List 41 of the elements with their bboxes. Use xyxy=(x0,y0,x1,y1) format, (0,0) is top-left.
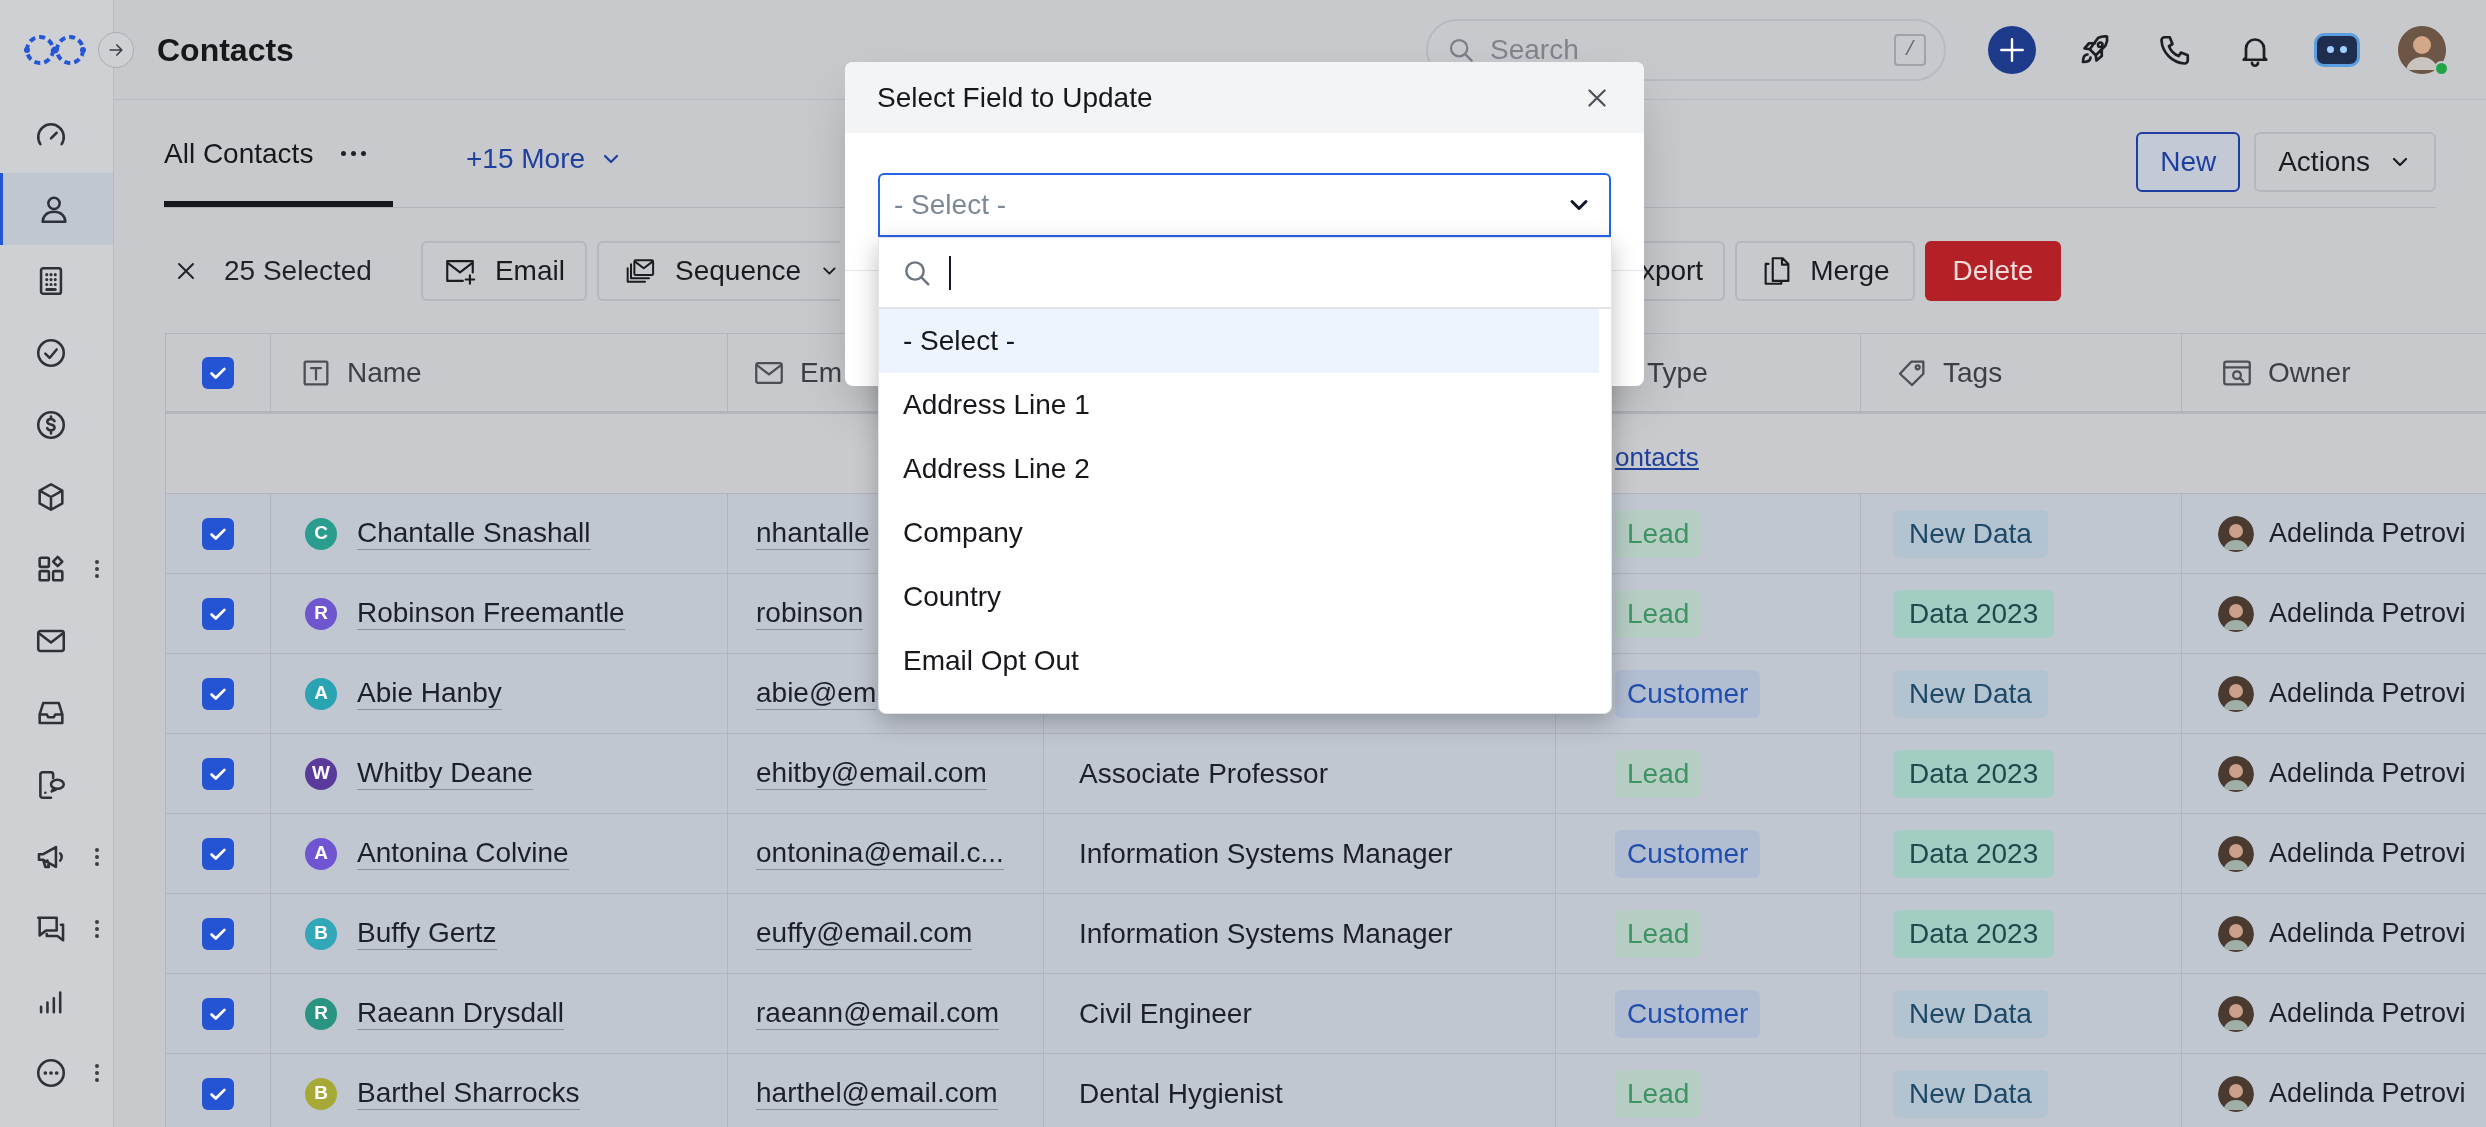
page-title: Contacts xyxy=(157,30,295,70)
tag: New Data xyxy=(1893,989,2048,1038)
owner-name: Adelinda Petrovi xyxy=(2269,1077,2466,1111)
type-tag: Customer xyxy=(1615,829,1761,878)
table-cell-text: Dental Hygienist xyxy=(1079,1076,1283,1111)
tag: New Data xyxy=(1893,1069,2048,1118)
type-tag: Lead xyxy=(1615,589,1702,638)
tag: New Data xyxy=(1893,669,2048,718)
type-tag: Customer xyxy=(1615,989,1761,1038)
table-cell-text: Associate Professor xyxy=(1079,756,1328,791)
tag: Data 2023 xyxy=(1893,589,2055,638)
owner-name: Adelinda Petrovi xyxy=(2269,997,2466,1031)
owner-name: Adelinda Petrovi xyxy=(2269,757,2466,791)
owner-name: Adelinda Petrovi xyxy=(2269,597,2466,631)
avatar-initial: A xyxy=(305,677,337,710)
avatar-initial: W xyxy=(305,757,337,790)
table-cell-text: Civil Engineer xyxy=(1079,996,1252,1031)
type-tag: Lead xyxy=(1615,749,1702,798)
type-tag: Lead xyxy=(1615,909,1702,958)
owner-name: Adelinda Petrovi xyxy=(2269,837,2466,871)
avatar-initial: R xyxy=(305,997,337,1030)
avatar-initial: R xyxy=(305,597,337,630)
tag: New Data xyxy=(1893,509,2048,558)
table-cell-text: Information Systems Manager xyxy=(1079,916,1453,951)
tag: Data 2023 xyxy=(1893,829,2055,878)
selected-count: 25 Selected xyxy=(224,253,372,288)
type-tag: Lead xyxy=(1615,1069,1702,1118)
avatar-initial: A xyxy=(305,837,337,870)
type-tag: Lead xyxy=(1615,509,1702,558)
type-tag: Customer xyxy=(1615,669,1761,718)
owner-name: Adelinda Petrovi xyxy=(2269,517,2466,551)
shortcut-key: / xyxy=(1894,33,1926,66)
dialog-title: Select Field to Update xyxy=(877,80,1154,115)
table-cell-text: Information Systems Manager xyxy=(1079,836,1453,871)
tag: Data 2023 xyxy=(1893,909,2055,958)
tag: Data 2023 xyxy=(1893,749,2055,798)
avatar-initial: C xyxy=(305,517,337,550)
avatar-initial: B xyxy=(305,917,337,950)
owner-name: Adelinda Petrovi xyxy=(2269,917,2466,951)
avatar-initial: B xyxy=(305,1077,337,1110)
owner-name: Adelinda Petrovi xyxy=(2269,677,2466,711)
